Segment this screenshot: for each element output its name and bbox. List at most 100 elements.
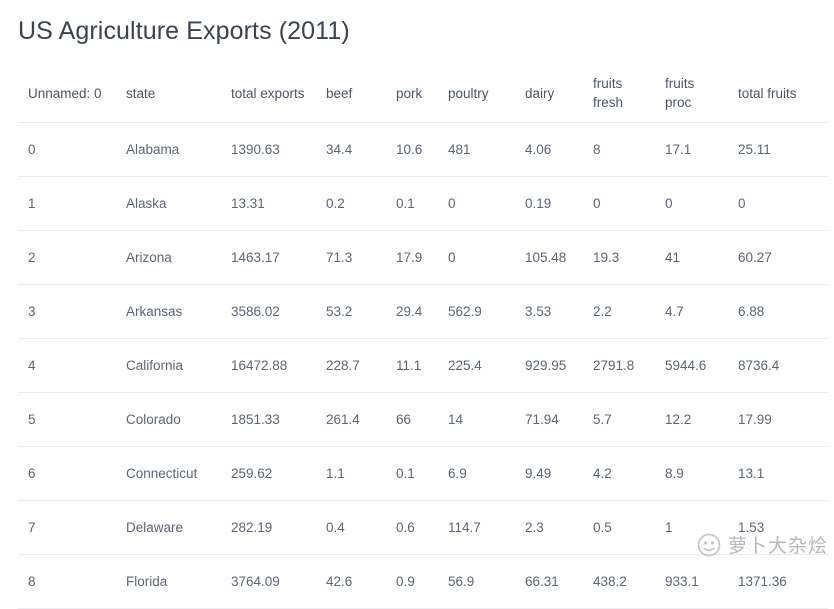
cell-state: Delaware <box>116 500 221 555</box>
cell-poultry: 481 <box>438 122 515 177</box>
table-row: 7 Delaware 282.19 0.4 0.6 114.7 2.3 0.5 1 1.53 <box>18 500 828 555</box>
cell-poultry: 562.9 <box>438 284 515 339</box>
cell-index: 5 <box>18 392 116 447</box>
cell-ffresh: 8 <box>583 122 655 177</box>
cell-total: 1463.17 <box>221 230 316 285</box>
column-header-fruits-proc: fruits proc <box>655 66 728 123</box>
cell-poultry: 14 <box>438 392 515 447</box>
cell-beef: 1.1 <box>316 446 386 501</box>
cell-poultry: 0 <box>438 176 515 231</box>
cell-ffresh: 5.7 <box>583 392 655 447</box>
cell-dairy: 71.94 <box>515 392 583 447</box>
cell-dairy: 2.3 <box>515 500 583 555</box>
cell-total: 13.31 <box>221 176 316 231</box>
table-row: 4 California 16472.88 228.7 11.1 225.4 929.95 2… <box>18 338 828 393</box>
cell-index: 0 <box>18 122 116 177</box>
cell-dairy: 9.49 <box>515 446 583 501</box>
cell-beef: 0.2 <box>316 176 386 231</box>
cell-dairy: 3.53 <box>515 284 583 339</box>
cell-beef: 228.7 <box>316 338 386 393</box>
cell-state: Connecticut <box>116 446 221 501</box>
cell-total: 1390.63 <box>221 122 316 177</box>
table-body: 0 Alabama 1390.63 34.4 10.6 481 4.06 8 17.1 25.11… <box>18 122 828 609</box>
cell-state: Arkansas <box>116 284 221 339</box>
cell-pork: 0.6 <box>386 500 438 555</box>
cell-index: 2 <box>18 230 116 285</box>
cell-tfruits: 17.99 <box>728 392 828 447</box>
column-header-beef: beef <box>316 66 386 123</box>
cell-pork: 66 <box>386 392 438 447</box>
cell-fproc: 41 <box>655 230 728 285</box>
column-header-poultry: poultry <box>438 66 515 123</box>
cell-state: Alabama <box>116 122 221 177</box>
cell-pork: 0.1 <box>386 176 438 231</box>
cell-total: 282.19 <box>221 500 316 555</box>
cell-pork: 29.4 <box>386 284 438 339</box>
cell-pork: 0.9 <box>386 554 438 609</box>
cell-fproc: 0 <box>655 176 728 231</box>
cell-tfruits: 60.27 <box>728 230 828 285</box>
cell-index: 4 <box>18 338 116 393</box>
cell-state: Arizona <box>116 230 221 285</box>
cell-dairy: 929.95 <box>515 338 583 393</box>
cell-poultry: 0 <box>438 230 515 285</box>
cell-dairy: 105.48 <box>515 230 583 285</box>
cell-total: 1851.33 <box>221 392 316 447</box>
cell-index: 7 <box>18 500 116 555</box>
column-header-index: Unnamed: 0 <box>18 66 116 123</box>
cell-dairy: 66.31 <box>515 554 583 609</box>
cell-fproc: 1 <box>655 500 728 555</box>
cell-state: California <box>116 338 221 393</box>
cell-beef: 53.2 <box>316 284 386 339</box>
cell-tfruits: 13.1 <box>728 446 828 501</box>
cell-poultry: 6.9 <box>438 446 515 501</box>
cell-dairy: 0.19 <box>515 176 583 231</box>
cell-state: Alaska <box>116 176 221 231</box>
table-row: 5 Colorado 1851.33 261.4 66 14 71.94 5.7 12.2 17.… <box>18 392 828 447</box>
cell-fproc: 5944.6 <box>655 338 728 393</box>
cell-index: 6 <box>18 446 116 501</box>
cell-ffresh: 438.2 <box>583 554 655 609</box>
cell-poultry: 56.9 <box>438 554 515 609</box>
cell-ffresh: 2791.8 <box>583 338 655 393</box>
cell-total: 3764.09 <box>221 554 316 609</box>
cell-pork: 0.1 <box>386 446 438 501</box>
table-row: 8 Florida 3764.09 42.6 0.9 56.9 66.31 438.2 933.… <box>18 554 828 609</box>
cell-poultry: 225.4 <box>438 338 515 393</box>
column-header-state: state <box>116 66 221 123</box>
cell-total: 259.62 <box>221 446 316 501</box>
cell-tfruits: 6.88 <box>728 284 828 339</box>
cell-tfruits: 25.11 <box>728 122 828 177</box>
table-row: 6 Connecticut 259.62 1.1 0.1 6.9 9.49 4.2 8.9 13.… <box>18 446 828 501</box>
cell-beef: 261.4 <box>316 392 386 447</box>
table-row: 2 Arizona 1463.17 71.3 17.9 0 105.48 19.3 41 60.2… <box>18 230 828 285</box>
cell-tfruits: 1.53 <box>728 500 828 555</box>
column-header-fruits-fresh: fruits fresh <box>583 66 655 123</box>
cell-beef: 0.4 <box>316 500 386 555</box>
cell-ffresh: 2.2 <box>583 284 655 339</box>
cell-total: 16472.88 <box>221 338 316 393</box>
cell-fproc: 17.1 <box>655 122 728 177</box>
cell-state: Colorado <box>116 392 221 447</box>
cell-tfruits: 1371.36 <box>728 554 828 609</box>
cell-fproc: 933.1 <box>655 554 728 609</box>
table-header-row: Unnamed: 0 state total exports beef pork… <box>18 66 828 123</box>
cell-ffresh: 4.2 <box>583 446 655 501</box>
cell-beef: 42.6 <box>316 554 386 609</box>
table-header: Unnamed: 0 state total exports beef pork… <box>18 66 828 123</box>
page-title: US Agriculture Exports (2011) <box>18 17 350 45</box>
cell-dairy: 4.06 <box>515 122 583 177</box>
column-header-dairy: dairy <box>515 66 583 123</box>
cell-fproc: 8.9 <box>655 446 728 501</box>
column-header-total-fruits: total fruits <box>728 66 828 123</box>
cell-fproc: 4.7 <box>655 284 728 339</box>
page-root: US Agriculture Exports (2011) Unnamed: 0… <box>0 0 834 609</box>
cell-fproc: 12.2 <box>655 392 728 447</box>
cell-pork: 17.9 <box>386 230 438 285</box>
cell-index: 1 <box>18 176 116 231</box>
cell-ffresh: 0 <box>583 176 655 231</box>
cell-index: 8 <box>18 554 116 609</box>
cell-poultry: 114.7 <box>438 500 515 555</box>
column-header-pork: pork <box>386 66 438 123</box>
table-row: 0 Alabama 1390.63 34.4 10.6 481 4.06 8 17.1 25.11 <box>18 122 828 177</box>
